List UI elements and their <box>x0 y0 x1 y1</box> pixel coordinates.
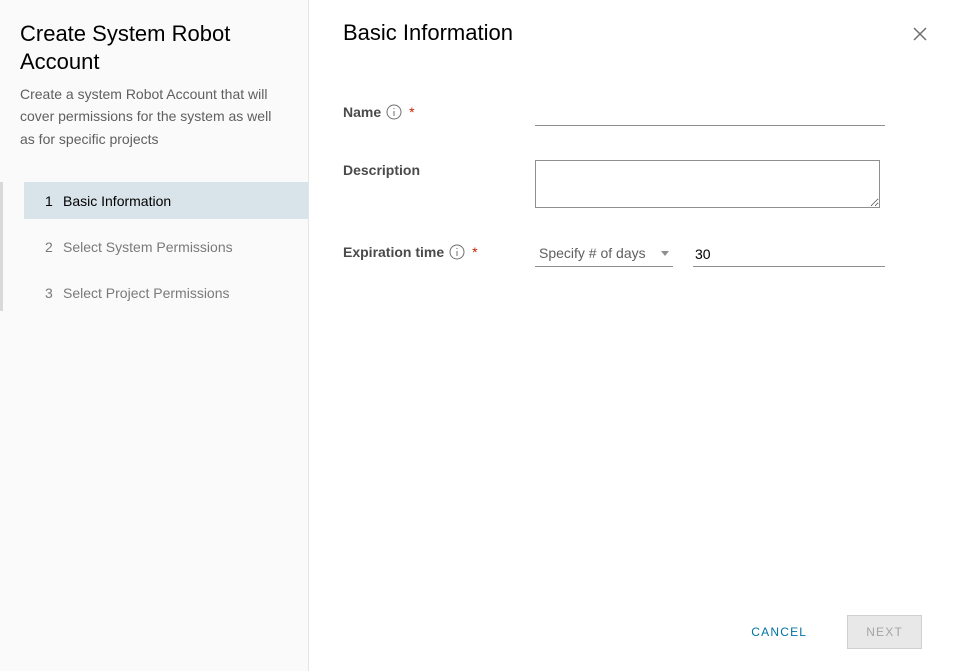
step-number: 1 <box>45 193 63 209</box>
step-number: 3 <box>45 285 63 301</box>
wizard-steps: 1 Basic Information 2 Select System Perm… <box>0 182 308 311</box>
description-label: Description <box>343 160 535 178</box>
description-textarea[interactable] <box>535 160 880 208</box>
step-label: Select System Permissions <box>63 239 233 255</box>
expiration-mode-select[interactable]: Specify # of days <box>535 242 673 267</box>
expiration-label: Expiration time * <box>343 242 535 260</box>
step-basic-information[interactable]: 1 Basic Information <box>27 182 308 219</box>
name-label: Name * <box>343 102 535 120</box>
close-icon[interactable] <box>912 26 932 46</box>
step-system-permissions[interactable]: 2 Select System Permissions <box>27 228 308 265</box>
expiration-days-input[interactable] <box>693 242 885 267</box>
wizard-description: Create a system Robot Account that will … <box>20 83 288 150</box>
step-number: 2 <box>45 239 63 255</box>
required-indicator: * <box>409 104 414 120</box>
wizard-sidebar: Create System Robot Account Create a sys… <box>0 0 309 671</box>
step-label: Basic Information <box>63 193 171 209</box>
step-project-permissions[interactable]: 3 Select Project Permissions <box>27 274 308 311</box>
wizard-title: Create System Robot Account <box>20 20 288 75</box>
required-indicator: * <box>472 244 477 260</box>
name-input[interactable] <box>535 102 885 126</box>
next-button[interactable]: NEXT <box>847 615 922 649</box>
info-icon[interactable] <box>449 244 465 260</box>
info-icon[interactable] <box>386 104 402 120</box>
cancel-button[interactable]: CANCEL <box>733 616 825 648</box>
page-title: Basic Information <box>343 20 922 46</box>
wizard-main: Basic Information Name * <box>309 0 956 671</box>
step-label: Select Project Permissions <box>63 285 230 301</box>
